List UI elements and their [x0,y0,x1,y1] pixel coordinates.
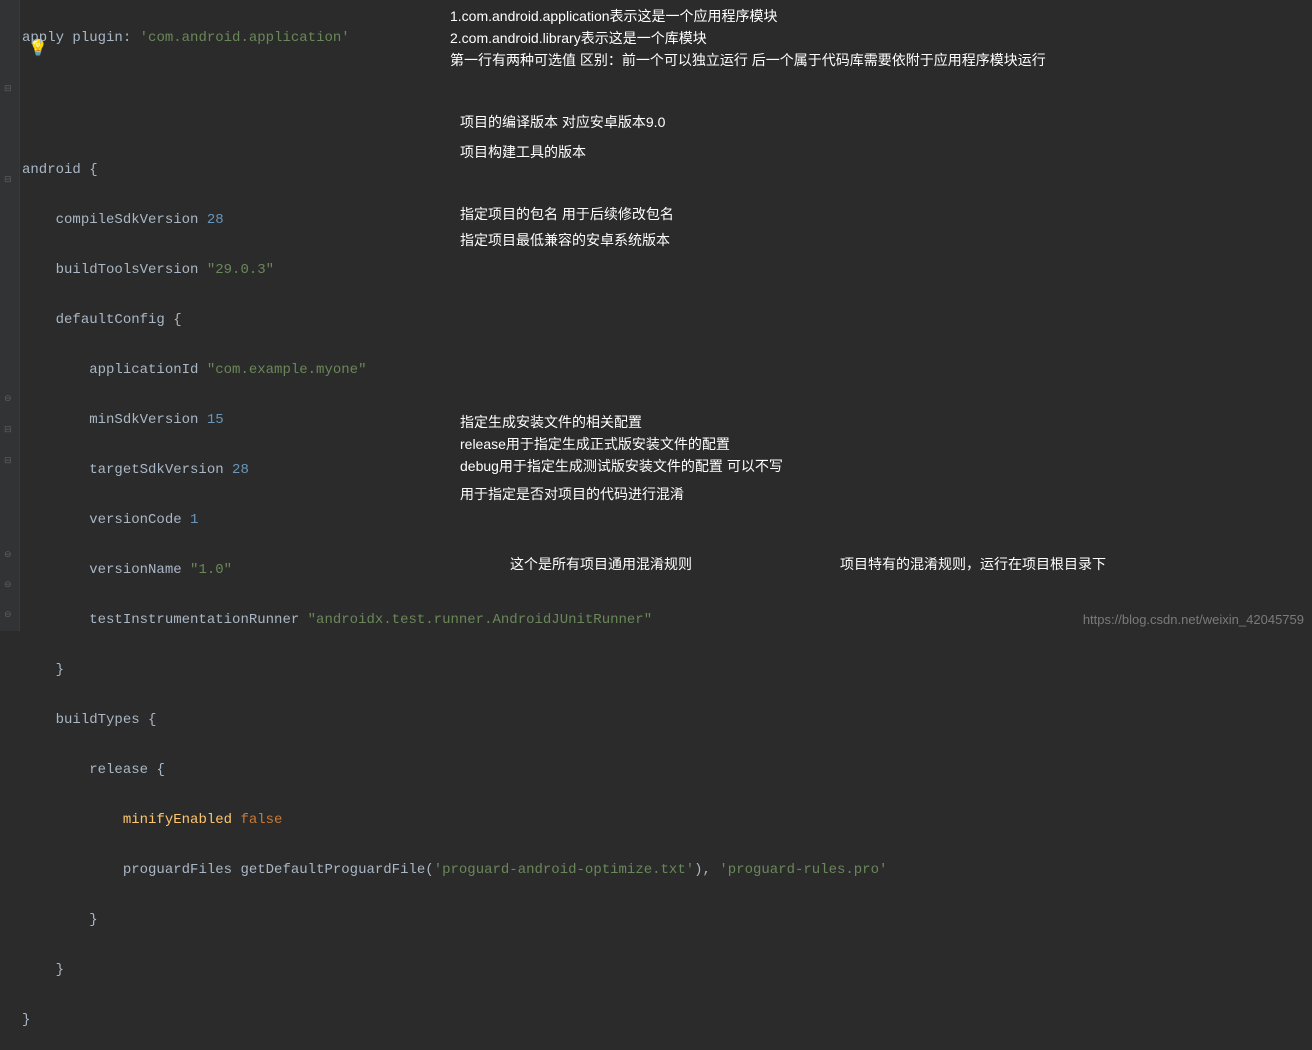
code-token: buildToolsVersion [56,262,207,278]
code-brace: } [89,912,97,928]
code-token: ), [694,862,719,878]
annotation-text: 指定生成安装文件的相关配置 [460,412,642,432]
code-string: "androidx.test.runner.AndroidJUnitRunner… [308,612,652,628]
annotation-text: 指定项目的包名 用于后续修改包名 [460,204,674,224]
annotation-text: release用于指定生成正式版安装文件的配置 [460,434,730,454]
code-string: "29.0.3" [207,262,274,278]
fold-marker-icon[interactable]: ⊟ [4,175,14,185]
code-editor[interactable]: apply plugin: 'com.android.application' … [20,0,887,1050]
code-token: release [89,762,156,778]
code-token: android [22,162,89,178]
annotation-text: 项目特有的混淆规则，运行在项目根目录下 [840,554,1106,574]
annotation-text: debug用于指定生成测试版安装文件的配置 可以不写 [460,456,783,476]
code-number: 1 [190,512,198,528]
code-token: defaultConfig [56,312,174,328]
annotation-text: 项目构建工具的版本 [460,142,586,162]
fold-marker-icon[interactable]: ⊟ [4,456,14,466]
code-token: versionCode [89,512,190,528]
code-token: plugin: [64,30,140,46]
code-number: 15 [207,412,224,428]
code-brace: } [56,962,64,978]
code-token: minSdkVersion [89,412,207,428]
fold-marker-icon[interactable]: ⊖ [4,580,14,590]
code-keyword: false [240,812,282,828]
code-brace: { [156,762,164,778]
code-token: apply [22,30,64,46]
code-string: 'com.android.application' [140,30,350,46]
annotation-text: 第一行有两种可选值 区别：前一个可以独立运行 后一个属于代码库需要依附于应用程序… [450,50,1046,70]
code-string: 'proguard-rules.pro' [719,862,887,878]
code-token: proguardFiles [123,862,241,878]
annotation-text: 这个是所有项目通用混淆规则 [510,554,692,574]
editor-gutter: ⊟ ⊟ ⊖ ⊟ ⊟ ⊖ ⊖ ⊖ [0,0,20,631]
fold-marker-icon[interactable]: ⊟ [4,425,14,435]
fold-marker-icon[interactable]: ⊖ [4,550,14,560]
fold-marker-icon[interactable]: ⊟ [4,84,14,94]
code-token: targetSdkVersion [89,462,232,478]
code-string: "1.0" [190,562,232,578]
code-token: versionName [89,562,190,578]
code-string: 'proguard-android-optimize.txt' [434,862,694,878]
annotation-text: 项目的编译版本 对应安卓版本9.0 [460,112,665,132]
code-brace: } [56,662,64,678]
fold-marker-icon[interactable]: ⊖ [4,394,14,404]
fold-marker-icon[interactable]: ⊖ [4,610,14,620]
code-token: getDefaultProguardFile( [240,862,433,878]
annotation-text: 2.com.android.library表示这是一个库模块 [450,28,707,48]
code-number: 28 [207,212,224,228]
code-token: applicationId [89,362,207,378]
code-number: 28 [232,462,249,478]
watermark-text: https://blog.csdn.net/weixin_42045759 [1083,612,1304,627]
annotation-text: 用于指定是否对项目的代码进行混淆 [460,484,684,504]
code-brace: } [22,1012,30,1028]
code-string: "com.example.myone" [207,362,367,378]
code-token: minifyEnabled [123,812,241,828]
code-token: compileSdkVersion [56,212,207,228]
code-brace: { [148,712,156,728]
code-brace: { [89,162,97,178]
code-brace: { [173,312,181,328]
code-token: buildTypes [56,712,148,728]
code-token: testInstrumentationRunner [89,612,307,628]
annotation-text: 1.com.android.application表示这是一个应用程序模块 [450,6,778,26]
annotation-text: 指定项目最低兼容的安卓系统版本 [460,230,670,250]
